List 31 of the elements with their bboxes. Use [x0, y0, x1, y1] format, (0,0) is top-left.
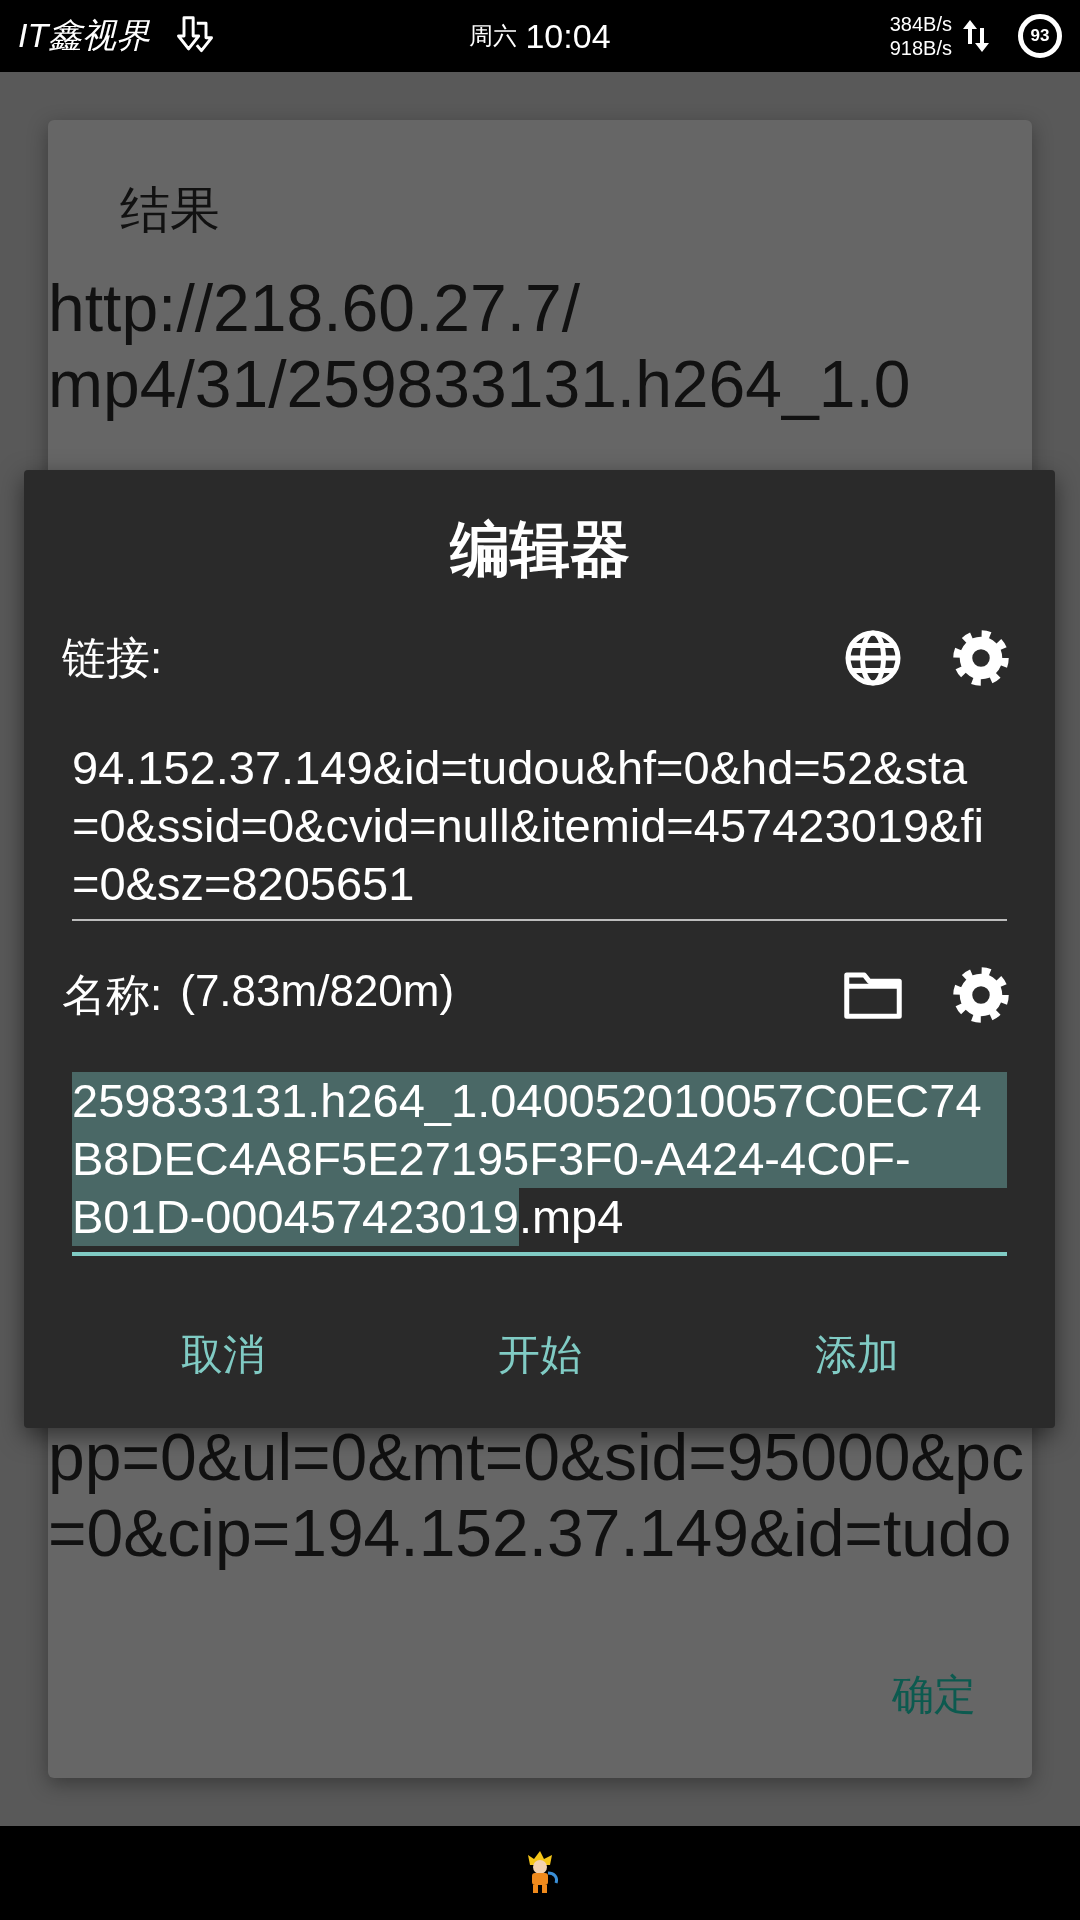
dialog-button[interactable]: 开始 — [467, 1303, 612, 1407]
dialog-title: 结果 — [120, 181, 220, 240]
filename-text: .mp4 — [518, 1189, 624, 1245]
selected-text: B8DEC4A8F5E27195F3F0-A424-4C0F- — [72, 1130, 1007, 1188]
settings-icon[interactable] — [951, 628, 1011, 688]
name-input-field[interactable]: 259833131.h264_1.040052010057C0EC74 B8DEC4A8F5E27195F3F0-A424-4C0F- B01D-000457423019.mp4 — [72, 1072, 1007, 1256]
link-text: 94.152.37.149&id=tudou&hf=0&hd=52&sta — [72, 740, 968, 796]
name-label: 名称: — [62, 968, 163, 1021]
dialog-button[interactable]: 取消 — [150, 1303, 295, 1407]
link-text: =0&ssid=0&cvid=null&itemid=457423019&fi — [72, 798, 984, 854]
size-info: (7.83m/820m) — [180, 965, 455, 1017]
globe-icon[interactable] — [843, 628, 903, 688]
app-title: IT鑫视界 — [18, 15, 151, 56]
upload-speed: 384B/s — [889, 12, 952, 36]
result-url-text: mp4/31/259833131.h264_1.0 — [48, 346, 911, 422]
clock-time: 10:04 — [525, 16, 611, 56]
weekday: 周六 — [469, 21, 518, 51]
link-text: =0&sz=8205651 — [72, 856, 415, 912]
folder-icon[interactable] — [843, 970, 903, 1020]
selected-text: B01D-000457423019 — [72, 1188, 519, 1246]
editor-title: 编辑器 — [449, 515, 630, 585]
selected-text: 259833131.h264_1.040052010057C0EC74 — [72, 1072, 1007, 1130]
link-input-field[interactable]: 94.152.37.149&id=tudou&hf=0&hd=52&sta =0&ssid=0&cvid=null&itemid=457423019&fi =0&sz=8205651 — [72, 706, 1007, 921]
download-speed: 918B/s — [889, 36, 952, 60]
dialog-button[interactable]: 添加 — [784, 1303, 929, 1407]
battery-indicator: 93 — [1018, 14, 1062, 58]
settings-icon[interactable] — [951, 965, 1011, 1025]
link-label: 链接: — [62, 631, 163, 684]
result-url-text: http://218.60.27.7/ — [48, 270, 581, 346]
result-url-text: pp=0&ul=0&mt=0&sid=95000&pc — [48, 1419, 1025, 1495]
result-url-text: =0&cip=194.152.37.149&id=tudo — [48, 1495, 1012, 1571]
